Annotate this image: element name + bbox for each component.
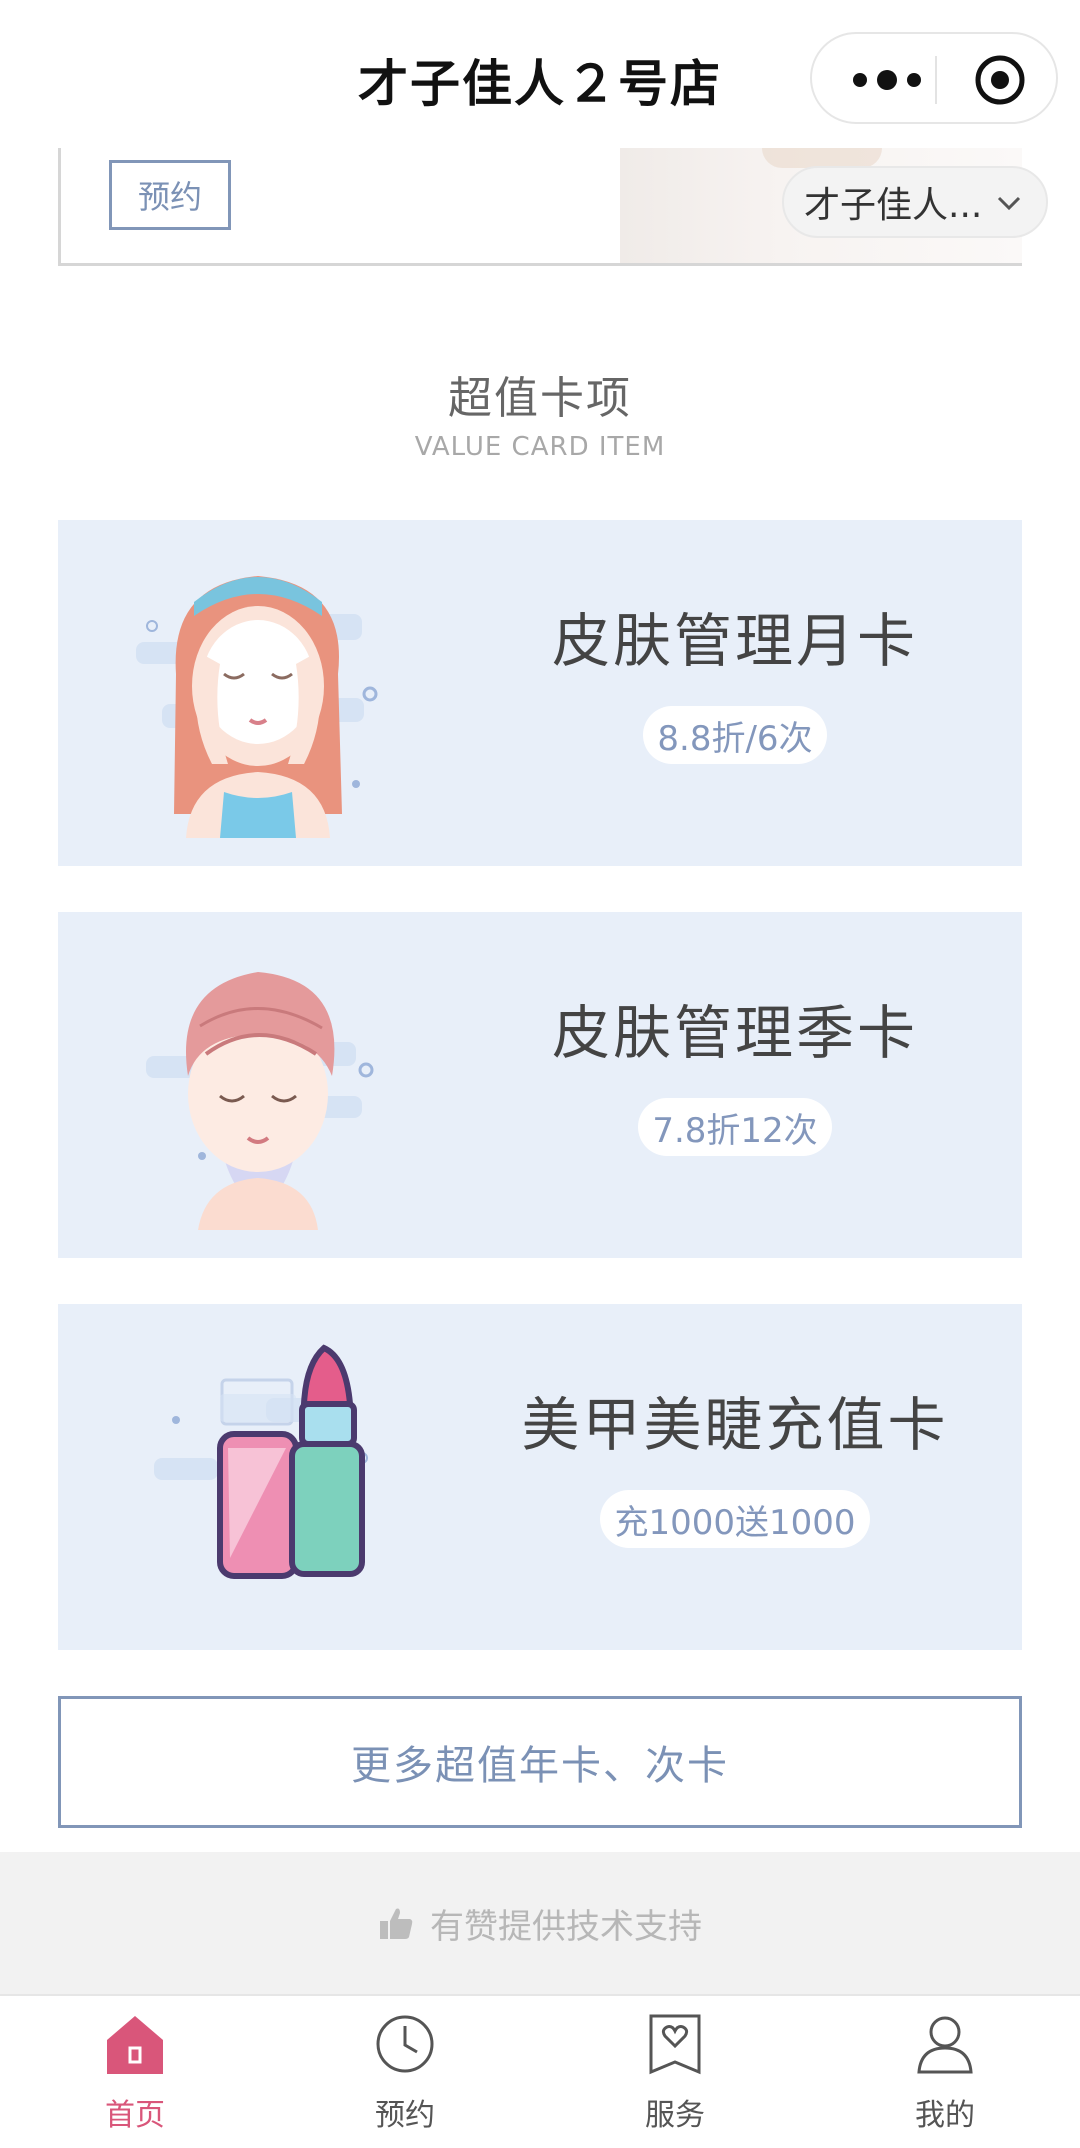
card-name: 皮肤管理月卡 <box>551 607 918 675</box>
value-card-quarterly[interactable]: 皮肤管理季卡 7.8折12次 <box>58 912 1022 1258</box>
tab-reserve-label: 预约 <box>375 2098 435 2133</box>
store-selector[interactable]: 才子佳人... <box>782 166 1048 238</box>
tab-service[interactable]: 服务 <box>540 1996 810 2148</box>
cosmetics-lipstick-illustration <box>154 1344 368 1579</box>
card-discount-badge: 8.8折/6次 <box>643 706 827 764</box>
section-subtitle: VALUE CARD ITEM <box>414 432 666 462</box>
close-miniprogram-icon[interactable] <box>972 52 1028 108</box>
clock-icon <box>376 2015 434 2073</box>
towel-wrap-girl-illustration <box>146 972 374 1230</box>
thumbs-up-icon <box>380 1908 413 1939</box>
chevron-down-icon <box>997 196 1021 211</box>
user-icon <box>917 2016 973 2074</box>
banner-photo-detail <box>762 148 882 168</box>
card-name: 皮肤管理季卡 <box>551 999 918 1067</box>
miniprogram-capsule <box>810 32 1058 124</box>
tab-home-label: 首页 <box>105 2098 165 2133</box>
tab-mine-label: 我的 <box>915 2098 975 2133</box>
card-discount-badge: 7.8折12次 <box>638 1098 832 1156</box>
more-cards-button[interactable]: 更多超值年卡、次卡 <box>58 1696 1022 1828</box>
value-card-monthly[interactable]: 皮肤管理月卡 8.8折/6次 <box>58 520 1022 866</box>
card-discount-badge: 充1000送1000 <box>600 1490 870 1548</box>
store-selector-value: 才子佳人... <box>804 185 983 226</box>
reserve-button[interactable]: 预约 <box>109 160 231 230</box>
capsule-divider <box>935 56 937 104</box>
tech-support-footer[interactable]: 有赞提供技术支持 <box>0 1852 1080 1994</box>
tab-service-label: 服务 <box>645 2098 705 2133</box>
card-name: 美甲美睫充值卡 <box>521 1391 949 1459</box>
tech-support-text: 有赞提供技术支持 <box>430 1906 702 1947</box>
nav-bar: 才子佳人２号店 <box>0 0 1080 148</box>
heart-bookmark-icon <box>649 2014 701 2075</box>
value-card-nail-lash[interactable]: 美甲美睫充值卡 充1000送1000 <box>58 1304 1022 1650</box>
bottom-tab-bar: 首页 预约 服务 我的 <box>0 1994 1080 2148</box>
section-title: 超值卡项 <box>448 373 632 424</box>
tab-reserve[interactable]: 预约 <box>270 1996 540 2148</box>
face-mask-girl-illustration <box>136 576 378 838</box>
more-options-icon[interactable] <box>842 52 932 108</box>
home-icon <box>107 2016 163 2074</box>
tab-mine[interactable]: 我的 <box>810 1996 1080 2148</box>
tab-home[interactable]: 首页 <box>0 1996 270 2148</box>
